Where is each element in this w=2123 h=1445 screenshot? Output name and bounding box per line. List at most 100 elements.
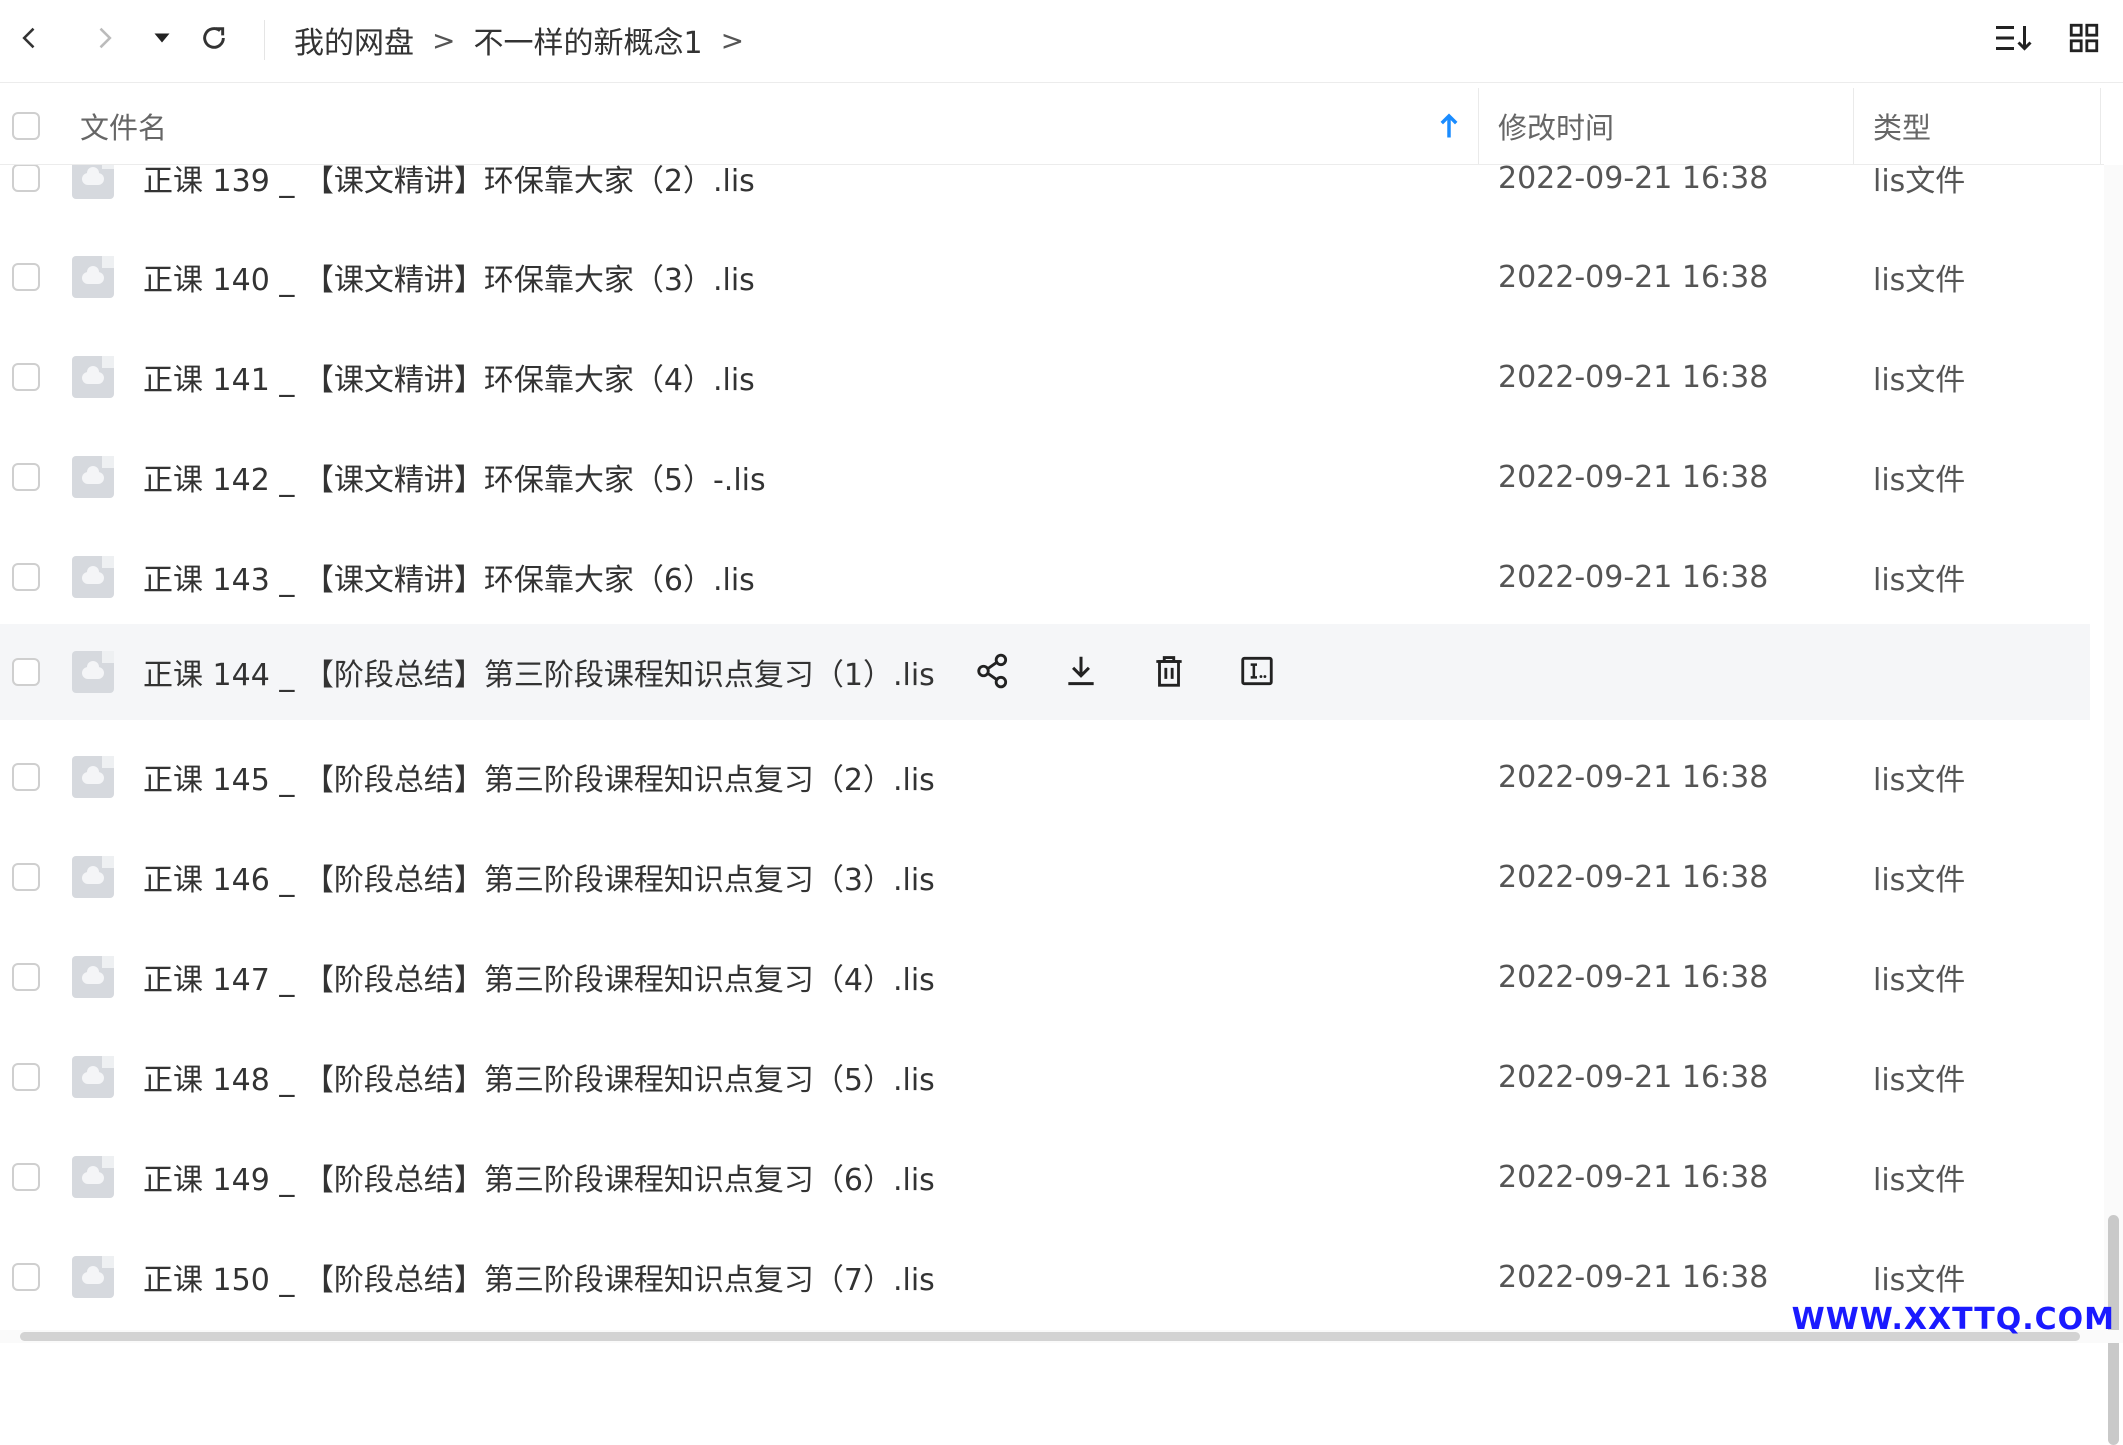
back-button[interactable] [8,16,52,60]
column-header-type[interactable]: 类型 [1873,88,1931,164]
file-icon [72,356,114,398]
file-modified-time: 2022-09-21 16:38 [1498,359,1769,395]
file-icon [72,1056,114,1098]
file-row[interactable]: 正课 150 _ 【阶段总结】第三阶段课程知识点复习（7）.lis 2022-0… [0,1229,2090,1325]
file-row[interactable]: 正课 145 _ 【阶段总结】第三阶段课程知识点复习（2）.lis 2022-0… [0,729,2090,825]
watermark-text: WWW.XXTTQ.COM [1791,1302,2115,1337]
file-icon [72,165,114,199]
caret-down-icon [154,33,170,43]
rename-icon [1241,656,1273,686]
vertical-scrollbar[interactable] [2104,165,2123,1445]
rename-button[interactable] [1234,648,1280,694]
file-type: lis文件 [1873,263,1966,298]
arrow-up-icon [1440,113,1458,138]
forward-button[interactable] [82,16,126,60]
file-icon [72,256,114,298]
column-divider[interactable] [2100,88,2101,164]
row-checkbox[interactable] [12,1063,40,1091]
column-header-name[interactable]: 文件名 [80,88,167,164]
column-divider[interactable] [1853,88,1854,164]
file-icon [72,456,114,498]
file-name: 正课 146 _ 【阶段总结】第三阶段课程知识点复习（3）.lis [143,863,935,898]
row-checkbox[interactable] [12,165,40,192]
file-name: 正课 148 _ 【阶段总结】第三阶段课程知识点复习（5）.lis [143,1063,935,1098]
file-modified-time: 2022-09-21 16:38 [1498,959,1769,995]
row-checkbox[interactable] [12,763,40,791]
file-row[interactable]: 正课 149 _ 【阶段总结】第三阶段课程知识点复习（6）.lis 2022-0… [0,1129,2090,1225]
file-type: lis文件 [1873,463,1966,498]
row-checkbox[interactable] [12,863,40,891]
horizontal-scroll-thumb[interactable] [20,1332,2080,1341]
file-name: 正课 139 _ 【课文精讲】环保靠大家（2）.lis [143,165,755,199]
file-row-hovered[interactable]: 正课 144 _ 【阶段总结】第三阶段课程知识点复习（1）.lis [0,624,2090,720]
row-checkbox[interactable] [12,563,40,591]
file-row[interactable]: 正课 139 _ 【课文精讲】环保靠大家（2）.lis 2022-09-21 1… [0,165,2090,226]
row-checkbox[interactable] [12,658,40,686]
file-type: lis文件 [1873,1163,1966,1198]
file-list: 正课 139 _ 【课文精讲】环保靠大家（2）.lis 2022-09-21 1… [0,165,2104,1330]
file-row[interactable]: 正课 142 _ 【课文精讲】环保靠大家（5）-.lis 2022-09-21 … [0,429,2090,525]
file-row[interactable]: 正课 147 _ 【阶段总结】第三阶段课程知识点复习（4）.lis 2022-0… [0,929,2090,1025]
file-row[interactable]: 正课 143 _ 【课文精讲】环保靠大家（6）.lis 2022-09-21 1… [0,529,2090,625]
chevron-right-icon [99,27,112,49]
file-icon [72,956,114,998]
row-checkbox[interactable] [12,1163,40,1191]
file-type: lis文件 [1873,963,1966,998]
row-actions [970,648,1280,694]
row-checkbox[interactable] [12,1263,40,1291]
file-name: 正课 141 _ 【课文精讲】环保靠大家（4）.lis [143,363,755,398]
breadcrumb-separator: > [720,23,745,57]
share-button[interactable] [970,648,1016,694]
file-type: lis文件 [1873,363,1966,398]
file-modified-time: 2022-09-21 16:38 [1498,1259,1769,1295]
download-button[interactable] [1058,648,1104,694]
breadcrumb-item-current[interactable]: 不一样的新概念1 [473,18,702,62]
file-row[interactable]: 正课 148 _ 【阶段总结】第三阶段课程知识点复习（5）.lis 2022-0… [0,1029,2090,1125]
select-all-checkbox[interactable] [12,88,40,164]
file-type: lis文件 [1873,563,1966,598]
file-row[interactable]: 正课 146 _ 【阶段总结】第三阶段课程知识点复习（3）.lis 2022-0… [0,829,2090,925]
view-toggle-button[interactable] [2062,16,2106,60]
file-name: 正课 147 _ 【阶段总结】第三阶段课程知识点复习（4）.lis [143,963,935,998]
toolbar-divider [264,20,265,60]
sort-ascending-indicator[interactable] [1438,88,1460,164]
sort-icon [1996,26,2032,51]
row-checkbox[interactable] [12,963,40,991]
column-header: 文件名 修改时间 类型 [0,88,2104,165]
row-checkbox[interactable] [12,463,40,491]
column-header-modified[interactable]: 修改时间 [1498,88,1614,164]
file-modified-time: 2022-09-21 16:38 [1498,759,1769,795]
file-row[interactable]: 正课 140 _ 【课文精讲】环保靠大家（3）.lis 2022-09-21 1… [0,229,2090,325]
download-icon [1068,656,1094,686]
refresh-button[interactable] [192,16,236,60]
file-type: lis文件 [1873,1063,1966,1098]
file-row[interactable]: 正课 141 _ 【课文精讲】环保靠大家（4）.lis 2022-09-21 1… [0,329,2090,425]
file-type: lis文件 [1873,165,1966,199]
file-modified-time: 2022-09-21 16:38 [1498,259,1769,295]
file-name: 正课 142 _ 【课文精讲】环保靠大家（5）-.lis [143,463,766,498]
grid-view-icon [2069,23,2099,53]
file-modified-time: 2022-09-21 16:38 [1498,165,1769,196]
file-icon [72,1256,114,1298]
file-icon [72,1156,114,1198]
sort-button[interactable] [1992,16,2036,60]
row-checkbox[interactable] [12,263,40,291]
file-icon [72,556,114,598]
file-name: 正课 150 _ 【阶段总结】第三阶段课程知识点复习（7）.lis [143,1263,935,1298]
file-type: lis文件 [1873,763,1966,798]
file-type: lis文件 [1873,863,1966,898]
history-dropdown-button[interactable] [140,16,184,60]
delete-icon [1156,656,1182,687]
file-icon [72,856,114,898]
file-modified-time: 2022-09-21 16:38 [1498,559,1769,595]
row-checkbox[interactable] [12,363,40,391]
breadcrumb: 我的网盘 > 不一样的新概念1 > [294,18,745,62]
file-icon [72,651,114,693]
toolbar: 我的网盘 > 不一样的新概念1 > [0,0,2123,83]
breadcrumb-separator: > [432,23,456,57]
file-modified-time: 2022-09-21 16:38 [1498,1159,1769,1195]
file-name: 正课 149 _ 【阶段总结】第三阶段课程知识点复习（6）.lis [143,1163,935,1198]
column-divider[interactable] [1478,88,1479,164]
delete-button[interactable] [1146,648,1192,694]
breadcrumb-item-root[interactable]: 我的网盘 [294,18,414,62]
